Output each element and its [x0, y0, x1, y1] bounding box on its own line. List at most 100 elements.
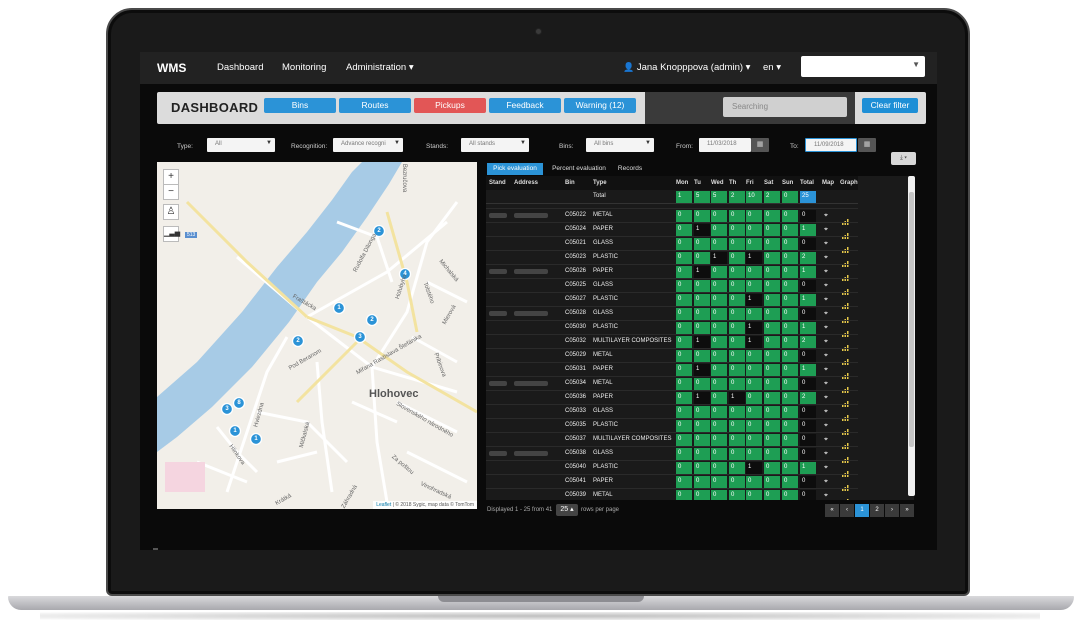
table-row[interactable]: C05029 METAL 0 0 0 0 0 0 0 0 ⌖ — [486, 348, 858, 365]
page-1-button[interactable]: 1 — [855, 504, 869, 517]
user-menu[interactable]: 👤 Jana Knopppova (admin) ▾ — [623, 62, 750, 73]
table-row[interactable]: C05038 GLASS 0 0 0 0 0 0 0 0 ⌖ — [486, 446, 858, 463]
col-sun[interactable]: Sun — [782, 180, 793, 186]
map-pin-icon[interactable]: ⌖ — [824, 436, 828, 444]
graph-icon[interactable] — [842, 296, 850, 309]
col-bin[interactable]: Bin — [565, 180, 575, 186]
map-marker[interactable]: 8 — [232, 400, 246, 406]
map-pin-icon[interactable]: ⌖ — [824, 422, 828, 430]
col-th[interactable]: Th — [729, 180, 736, 186]
routes-button[interactable]: Routes — [339, 98, 411, 113]
language-menu[interactable]: en ▾ — [763, 62, 781, 73]
zoom-out-button[interactable]: − — [163, 184, 179, 200]
table-row[interactable]: C05032 MULTILAYER COMPOSITES 0 1 0 0 1 0 0 2 ⌖ — [486, 334, 858, 351]
table-row[interactable]: C05039 METAL 0 0 0 0 0 0 0 0 ⌖ — [486, 488, 858, 500]
table-row[interactable]: C05034 METAL 0 0 0 0 0 0 0 0 ⌖ — [486, 376, 858, 393]
graph-icon[interactable] — [842, 464, 850, 477]
col-stand[interactable]: Stand — [489, 180, 506, 186]
map-pin-icon[interactable]: ⌖ — [824, 464, 828, 472]
clear-filter-button[interactable]: Clear filter — [862, 98, 918, 113]
bins-button[interactable]: Bins — [264, 98, 336, 113]
map-pin-icon[interactable]: ⌖ — [824, 408, 828, 416]
table-row[interactable]: C05040 PLASTIC 0 0 0 0 1 0 0 1 ⌖ — [486, 460, 858, 477]
table-row[interactable]: C05022 METAL 0 0 0 0 0 0 0 0 ⌖ — [486, 208, 858, 225]
tab-percent-evaluation[interactable]: Percent evaluation — [547, 163, 611, 175]
table-row[interactable]: C05030 PLASTIC 0 0 0 0 1 0 0 1 ⌖ — [486, 320, 858, 337]
col-type[interactable]: Type — [593, 180, 607, 186]
calendar-icon[interactable]: ▦ — [751, 138, 769, 152]
graph-icon[interactable] — [842, 338, 850, 351]
last-page-button[interactable]: » — [900, 504, 914, 517]
table-row[interactable]: C05041 PAPER 0 0 0 0 0 0 0 0 ⌖ — [486, 474, 858, 491]
graph-icon[interactable] — [842, 366, 850, 379]
type-select[interactable]: All ▼ — [207, 138, 275, 152]
col-tu[interactable]: Tu — [694, 180, 701, 186]
map-pin-icon[interactable]: ⌖ — [824, 366, 828, 374]
table-row[interactable]: C05027 PLASTIC 0 0 0 0 1 0 0 1 ⌖ — [486, 292, 858, 309]
graph-icon[interactable] — [842, 310, 850, 323]
col-fri[interactable]: Fri — [746, 180, 754, 186]
col-sat[interactable]: Sat — [764, 180, 773, 186]
map-pin-icon[interactable]: ⌖ — [824, 240, 828, 248]
map-marker[interactable]: 2 — [365, 317, 379, 323]
map-pin-icon[interactable]: ⌖ — [824, 394, 828, 402]
table-scrollbar[interactable] — [908, 176, 915, 496]
map-marker[interactable]: 1 — [249, 436, 263, 442]
to-date-input[interactable]: 11/09/2018 — [805, 138, 857, 152]
graph-icon[interactable] — [842, 268, 850, 281]
col-graph[interactable]: Graph — [840, 180, 858, 186]
map-marker[interactable]: 3 — [353, 334, 367, 340]
map-marker[interactable]: 2 — [291, 338, 305, 344]
feedback-button[interactable]: Feedback — [489, 98, 561, 113]
chart-icon[interactable]: ▁▃▅ — [163, 226, 180, 242]
graph-icon[interactable] — [842, 254, 850, 267]
graph-icon[interactable] — [842, 492, 850, 500]
search-input[interactable]: Searching — [723, 97, 847, 117]
graph-icon[interactable] — [842, 380, 850, 393]
map-pin-icon[interactable]: ⌖ — [824, 296, 828, 304]
page-2-button[interactable]: 2 — [870, 504, 884, 517]
map-pin-icon[interactable]: ⌖ — [824, 450, 828, 458]
prev-page-button[interactable]: ‹ — [840, 504, 854, 517]
map-panel[interactable]: + − ♙ ▁▃▅ 513 2 4 1 2 3 2 3 8 1 1 Fraštá… — [157, 162, 477, 509]
leaflet-link[interactable]: Leaflet — [376, 502, 391, 508]
map-pin-icon[interactable]: ⌖ — [824, 352, 828, 360]
graph-icon[interactable] — [842, 352, 850, 365]
map-pin-icon[interactable]: ⌖ — [824, 254, 828, 262]
table-row[interactable]: C05031 PAPER 0 1 0 0 0 0 0 1 ⌖ — [486, 362, 858, 379]
table-row[interactable]: C05037 MULTILAYER COMPOSITES 0 0 0 0 0 0 0 0 ⌖ — [486, 432, 858, 449]
map-pin-icon[interactable]: ⌖ — [824, 338, 828, 346]
map-marker[interactable]: 1 — [332, 305, 346, 311]
table-row[interactable]: C05023 PLASTIC 0 0 1 0 1 0 0 2 ⌖ — [486, 250, 858, 267]
zoom-in-button[interactable]: + — [163, 169, 179, 185]
street-view-icon[interactable]: ♙ — [163, 204, 179, 220]
map-pin-icon[interactable]: ⌖ — [824, 380, 828, 388]
col-address[interactable]: Address — [514, 180, 538, 186]
graph-icon[interactable] — [842, 324, 850, 337]
map-pin-icon[interactable]: ⌖ — [824, 324, 828, 332]
graph-icon[interactable] — [842, 282, 850, 295]
warning-button[interactable]: Warning (12) — [564, 98, 636, 113]
tab-pick-evaluation[interactable]: Pick evaluation — [487, 163, 543, 175]
nav-monitoring[interactable]: Monitoring — [282, 62, 326, 73]
graph-icon[interactable] — [842, 436, 850, 449]
graph-icon[interactable] — [842, 408, 850, 421]
graph-icon[interactable] — [842, 422, 850, 435]
nav-dashboard[interactable]: Dashboard — [217, 62, 263, 73]
map-pin-icon[interactable]: ⌖ — [824, 478, 828, 486]
table-row[interactable]: C05026 PAPER 0 1 0 0 0 0 0 1 ⌖ — [486, 264, 858, 281]
stands-select[interactable]: All stands ▼ — [461, 138, 529, 152]
col-mon[interactable]: Mon — [676, 180, 688, 186]
brand-logo[interactable]: WMS — [157, 61, 186, 75]
graph-icon[interactable] — [842, 212, 850, 225]
map-pin-icon[interactable]: ⌖ — [824, 226, 828, 234]
table-row[interactable]: C05028 GLASS 0 0 0 0 0 0 0 0 ⌖ — [486, 306, 858, 323]
graph-icon[interactable] — [842, 240, 850, 253]
table-row[interactable]: C05024 PAPER 0 1 0 0 0 0 0 1 ⌖ — [486, 222, 858, 239]
graph-icon[interactable] — [842, 478, 850, 491]
next-page-button[interactable]: › — [885, 504, 899, 517]
scrollbar-thumb[interactable] — [909, 192, 914, 447]
from-date-input[interactable]: 11/03/2018 — [699, 138, 751, 152]
table-row[interactable]: C05036 PAPER 0 1 0 1 0 0 0 2 ⌖ — [486, 390, 858, 407]
nav-select[interactable]: ▼ — [801, 56, 925, 77]
